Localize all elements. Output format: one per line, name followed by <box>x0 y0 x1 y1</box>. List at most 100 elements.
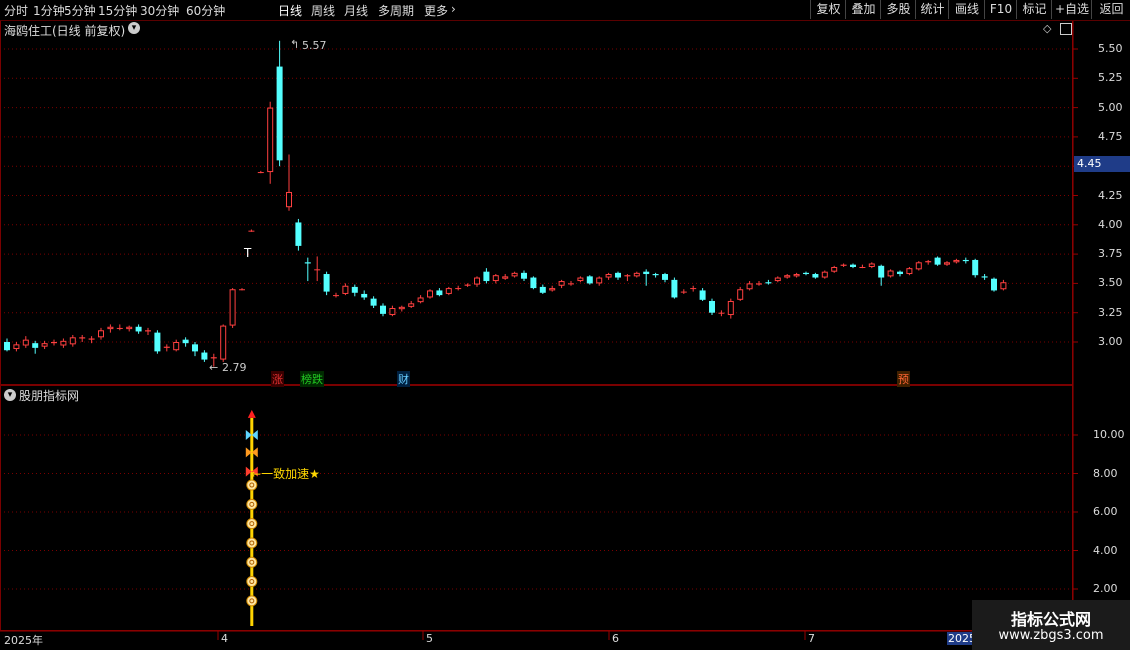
candle-body <box>784 275 791 278</box>
candle-body <box>351 286 358 293</box>
watermark-url: www.zbgs3.com <box>998 628 1104 643</box>
candle-body <box>13 344 20 350</box>
candle-body <box>991 278 997 291</box>
candle-body <box>831 266 838 272</box>
candle-body <box>455 288 462 290</box>
price-axis-label: 3.25 <box>1098 305 1123 319</box>
top-toolbar: 分时 1分钟 5分钟 15分钟 30分钟 60分钟 日线 周线 月线 多周期 更… <box>0 0 1130 21</box>
period-tab-1min[interactable]: 1分钟 <box>33 2 65 19</box>
candle-body <box>878 265 885 278</box>
high-price-label: 5.57 <box>302 39 327 52</box>
candle-body <box>323 274 330 292</box>
candle-body <box>850 264 856 267</box>
period-tab-fenshi[interactable]: 分时 <box>4 2 28 19</box>
indicator-axis-label: 2.00 <box>1093 582 1118 595</box>
period-tab-multi[interactable]: 多周期 <box>378 2 414 19</box>
f10-button[interactable]: F10 <box>984 0 1017 19</box>
candle-body <box>812 274 819 278</box>
candle-body <box>182 339 189 344</box>
multi-stock-button[interactable]: 多股 <box>880 0 916 19</box>
date-label-year: 2025年 <box>4 634 43 647</box>
candle-body <box>549 288 556 291</box>
coin-icon <box>246 498 258 510</box>
candle-body <box>671 279 678 298</box>
candle-body <box>173 342 180 351</box>
diamond-icon[interactable]: ◇ <box>1043 22 1051 35</box>
candle-body <box>981 276 988 278</box>
period-tab-60min[interactable]: 60分钟 <box>186 2 225 19</box>
candle-body <box>718 312 725 314</box>
candle-body <box>633 272 640 277</box>
period-tab-monthly[interactable]: 月线 <box>344 2 368 19</box>
candle-body <box>615 272 621 278</box>
period-tab-weekly[interactable]: 周线 <box>311 2 335 19</box>
candle-body <box>398 306 405 310</box>
date-label-jun: 6 <box>612 632 619 645</box>
period-tab-daily[interactable]: 日线 <box>278 2 302 19</box>
candle-body <box>276 66 283 161</box>
candle-body <box>408 303 415 307</box>
candle-body <box>511 272 518 277</box>
period-tab-15min[interactable]: 15分钟 <box>98 2 137 19</box>
candle-body <box>267 107 274 173</box>
candle-body <box>257 172 264 174</box>
main-grid <box>0 48 1078 343</box>
candle-body <box>69 337 76 345</box>
candle-body <box>774 277 781 282</box>
panel-toggle-icon[interactable] <box>1060 23 1072 35</box>
candle-body <box>662 274 668 280</box>
candle-body <box>521 272 527 279</box>
signal-label: ←一致加速★ <box>251 467 320 481</box>
candle-body <box>502 276 509 279</box>
draw-line-button[interactable]: 画线 <box>948 0 985 19</box>
marker-limit-up[interactable]: 涨 <box>271 371 284 387</box>
candle-body <box>652 274 659 276</box>
period-tab-more[interactable]: 更多 <box>424 2 448 19</box>
candle-body <box>116 327 123 329</box>
chevron-down-icon[interactable]: ▾ <box>4 389 16 401</box>
candle-body <box>417 297 424 303</box>
price-axis-label: 4.25 <box>1098 188 1123 202</box>
candle-body <box>897 271 903 275</box>
indicator-bar <box>245 409 258 626</box>
watermark-title: 指标公式网 <box>1010 610 1091 629</box>
coin-icon <box>246 518 258 530</box>
marker-list-drop[interactable]: 榜跌 <box>300 371 324 387</box>
candle-body <box>765 282 772 284</box>
candle-body <box>201 352 208 360</box>
indicator-grid <box>0 434 1078 590</box>
date-label-jul: 7 <box>808 632 815 645</box>
candle-body <box>229 289 236 326</box>
candle-body <box>427 290 433 298</box>
marker-forecast[interactable]: 预 <box>897 371 910 387</box>
candle-body <box>577 277 584 282</box>
t-marker: T <box>244 246 252 260</box>
mark-button[interactable]: 标记 <box>1016 0 1052 19</box>
candle-body <box>60 340 67 346</box>
candle-body <box>32 343 39 348</box>
candle-body <box>643 271 650 275</box>
stats-button[interactable]: 统计 <box>915 0 949 19</box>
candle-body <box>680 291 687 293</box>
candle-body <box>295 222 302 246</box>
chevron-down-icon[interactable]: ▾ <box>128 22 140 34</box>
candle-body <box>474 277 480 285</box>
watermark: 指标公式网 www.zbgs3.com <box>972 600 1130 650</box>
back-button[interactable]: 返回 <box>1091 0 1130 19</box>
date-label-apr: 4 <box>221 632 228 645</box>
period-tab-30min[interactable]: 30分钟 <box>140 2 179 19</box>
candlestick-series <box>4 40 1007 367</box>
chevron-right-icon[interactable]: › <box>451 2 456 16</box>
candle-body <box>41 343 48 347</box>
period-tab-5min[interactable]: 5分钟 <box>64 2 96 19</box>
date-ticks <box>217 631 806 640</box>
candle-body <box>436 290 443 296</box>
fuquan-button[interactable]: 复权 <box>810 0 846 19</box>
add-favorite-button[interactable]: +自选 <box>1051 0 1092 19</box>
indicator-panel-title: 股朋指标网 <box>19 389 80 403</box>
overlay-button[interactable]: 叠加 <box>845 0 881 19</box>
price-axis-label: 4.00 <box>1098 217 1123 231</box>
candle-body <box>304 262 311 264</box>
marker-finance[interactable]: 财 <box>397 371 410 387</box>
candle-body <box>944 262 950 265</box>
